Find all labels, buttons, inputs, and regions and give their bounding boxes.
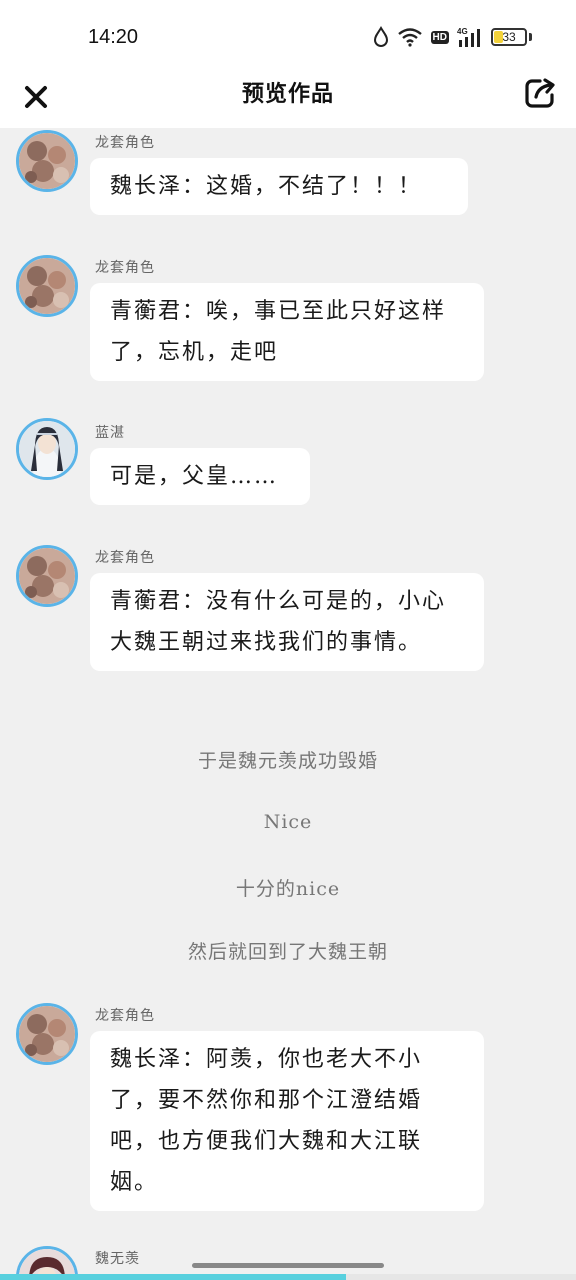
avatar-extra-role[interactable] [16,545,78,607]
dialogue-bubble: 青蘅君：唉，事已至此只好这样了，忘机，走吧 [90,283,484,381]
dialogue-bubble: 青蘅君：没有什么可是的，小心大魏王朝过来找我们的事情。 [90,573,484,671]
speaker-name: 魏无羡 [95,1251,140,1267]
reading-progress-bar [0,1274,576,1280]
wifi-icon [397,28,422,47]
battery-icon: 33 [491,28,527,46]
speaker-name: 龙套角色 [95,550,155,566]
dialogue-bubble: 魏长泽：这婚，不结了！！！ [90,158,468,215]
narration-text: 十分的nice [235,878,341,900]
dialogue-bubble: 可是，父皇…… [90,448,310,505]
status-bar: 14:20 HD 4G 33 [0,0,576,70]
avatar-extra-role[interactable] [16,255,78,317]
share-icon[interactable] [522,75,558,111]
avatar-extra-role[interactable] [16,130,78,192]
hd-icon: HD [430,30,449,44]
story-preview[interactable]: 龙套角色 魏长泽：这婚，不结了！！！ 龙套角色 青蘅君：唉，事已至此只好这样了，… [0,128,576,1280]
status-time: 14:20 [88,26,139,48]
battery-tip [529,33,532,41]
speaker-name: 龙套角色 [95,135,155,151]
battery-level: 33 [502,30,516,44]
drop-icon [373,26,388,47]
narration-text: 于是魏元羡成功毁婚 [197,750,378,772]
battery-fill [494,31,503,43]
reading-progress-fill [0,1274,346,1280]
network-type-label: 4G [457,27,468,36]
narration-text: 然后就回到了大魏王朝 [187,941,388,963]
speaker-name: 蓝湛 [95,425,125,441]
speaker-name: 龙套角色 [95,260,155,276]
home-indicator[interactable] [192,1263,384,1268]
avatar-lan-zhan[interactable] [16,418,78,480]
narration-text: Nice [263,811,313,833]
avatar-extra-role[interactable] [16,1003,78,1065]
nav-bar: 预览作品 [0,70,576,128]
signal-icon: 4G [457,27,480,47]
status-icons: HD 4G 33 [373,24,532,50]
speaker-name: 龙套角色 [95,1008,155,1024]
page-title: 预览作品 [241,81,334,107]
dialogue-bubble: 魏长泽：阿羡，你也老大不小了，要不然你和那个江澄结婚吧，也方便我们大魏和大江联姻… [90,1031,484,1211]
